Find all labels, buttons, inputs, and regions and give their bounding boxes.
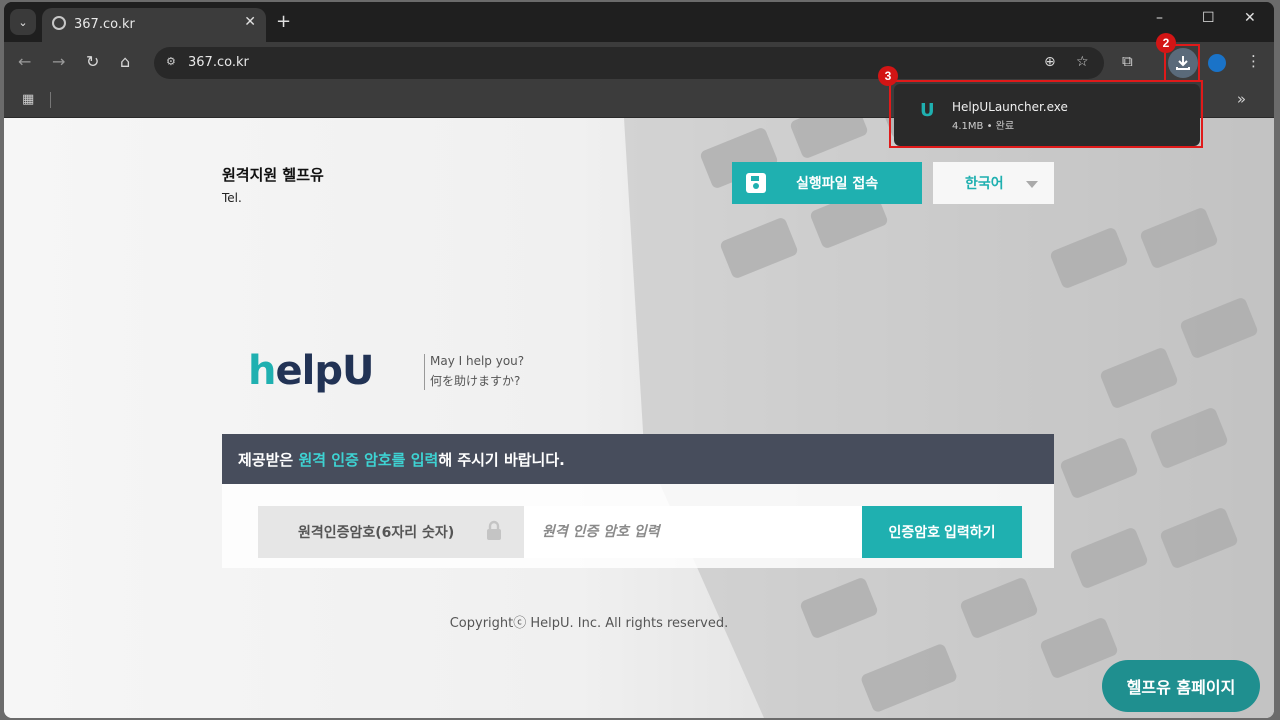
logo-rest: elpU: [275, 348, 374, 394]
tab-close-icon[interactable]: ✕: [244, 14, 256, 30]
bookmark-star-icon[interactable]: ☆: [1076, 54, 1089, 70]
language-select[interactable]: 한국어: [933, 162, 1054, 204]
exec-button-label: 실행파일 접속: [796, 176, 879, 192]
browser-toolbar: ← → ↻ ⌂ ⚙ 367.co.kr ⊕ ☆ ⧉ ⋮: [4, 42, 1274, 84]
instruction-prefix: 제공받은: [238, 450, 299, 469]
dropdown-arrow-icon: [1026, 181, 1038, 188]
save-disk-icon: [746, 173, 766, 193]
exec-file-connect-button[interactable]: 실행파일 접속: [732, 162, 922, 204]
logo-h: h: [248, 348, 277, 394]
password-input[interactable]: [524, 506, 862, 558]
tab-strip: ⌄ 367.co.kr ✕ + – ☐ ✕: [4, 2, 1274, 42]
address-bar[interactable]: ⚙ 367.co.kr ⊕ ☆: [154, 47, 1104, 79]
globe-icon: [52, 16, 66, 30]
instruction-bar: 제공받은 원격 인증 암호를 입력 해 주시기 바랍니다.: [222, 434, 1054, 484]
browser-window: ⌄ 367.co.kr ✕ + – ☐ ✕ ← → ↻ ⌂ ⚙ 367.co.k…: [4, 2, 1274, 718]
url-text: 367.co.kr: [188, 55, 249, 70]
minimize-icon[interactable]: –: [1156, 10, 1163, 26]
browser-tab[interactable]: 367.co.kr ✕: [42, 8, 266, 42]
lock-icon: [487, 520, 501, 540]
more-menu-icon[interactable]: ⋮: [1246, 52, 1261, 70]
submit-password-button[interactable]: 인증암호 입력하기: [862, 506, 1022, 558]
logo-wordmark: helpU: [248, 348, 374, 394]
tagline-japanese: 何を助けますか?: [430, 374, 521, 388]
password-label-text: 원격인증암호(6자리 숫자): [298, 525, 455, 541]
annotation-box-download-popup: [889, 80, 1203, 148]
home-icon[interactable]: ⌂: [120, 52, 130, 71]
bookmarks-overflow-icon[interactable]: »: [1237, 90, 1246, 108]
site-settings-icon[interactable]: ⚙: [166, 55, 176, 68]
apps-grid-icon[interactable]: ▦: [22, 92, 34, 107]
copyright-text: Copyrightⓒ HelpU. Inc. All rights reserv…: [449, 616, 729, 631]
profile-avatar[interactable]: [1208, 54, 1226, 72]
helpu-homepage-button[interactable]: 헬프유 홈페이지: [1102, 660, 1260, 712]
logo-divider: [424, 354, 425, 390]
brand-name: 원격지원 헬프유: [222, 166, 324, 184]
tagline-english: May I help you?: [430, 354, 525, 368]
new-tab-icon[interactable]: +: [276, 11, 291, 32]
maximize-icon[interactable]: ☐: [1202, 10, 1215, 26]
reload-icon[interactable]: ↻: [86, 52, 99, 71]
brand-header: 원격지원 헬프유 Tel.: [222, 164, 324, 205]
tab-search-chevron-icon[interactable]: ⌄: [10, 9, 36, 35]
tel-label: Tel.: [222, 191, 242, 205]
window-close-icon[interactable]: ✕: [1244, 10, 1256, 26]
forward-arrow-icon[interactable]: →: [52, 52, 65, 71]
zoom-icon[interactable]: ⊕: [1044, 54, 1056, 70]
annotation-marker-3: 3: [878, 66, 898, 86]
password-label: 원격인증암호(6자리 숫자): [258, 506, 524, 558]
bookmarks-separator: [50, 92, 51, 108]
tab-title: 367.co.kr: [74, 17, 135, 32]
back-arrow-icon[interactable]: ←: [18, 52, 31, 71]
annotation-marker-2: 2: [1156, 33, 1176, 53]
instruction-suffix: 해 주시기 바랍니다.: [438, 450, 565, 469]
auth-form: 원격인증암호(6자리 숫자) 인증암호 입력하기: [222, 484, 1054, 568]
extensions-puzzle-icon[interactable]: ⧉: [1122, 52, 1133, 70]
instruction-highlight: 원격 인증 암호를 입력: [298, 450, 439, 469]
language-label: 한국어: [965, 176, 1004, 192]
web-page: 원격지원 헬프유 Tel. 실행파일 접속 한국어 helpU May I he…: [4, 118, 1274, 718]
